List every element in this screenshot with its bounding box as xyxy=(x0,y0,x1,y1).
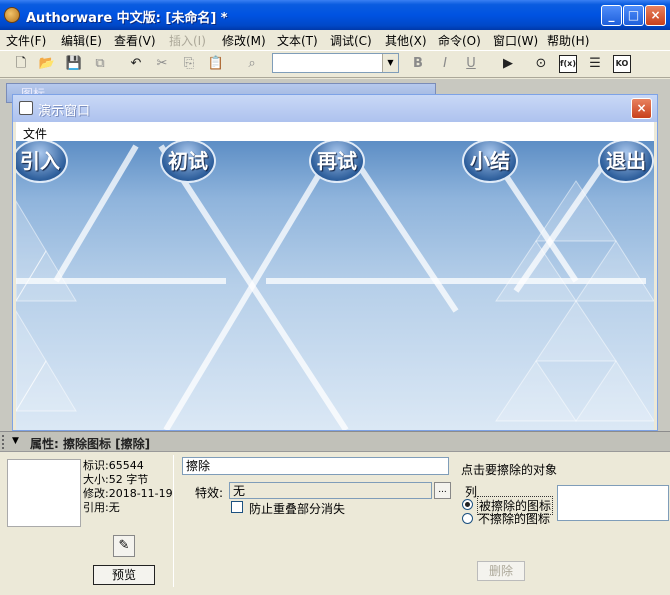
radio-not-erased-label: 不擦除的图标 xyxy=(478,512,551,526)
authorware-app-icon[interactable] xyxy=(4,7,20,23)
chevron-down-icon[interactable]: ▼ xyxy=(382,54,398,72)
icon-name-field[interactable]: 擦除 xyxy=(182,457,449,475)
icon-references: 引用:无 xyxy=(83,501,120,514)
click-object-hint: 点击要擦除的对象 xyxy=(461,463,558,477)
menu-window[interactable]: 窗口(W) xyxy=(493,32,538,49)
stage-background-pattern xyxy=(16,144,654,430)
find-icon[interactable]: ⌕ xyxy=(243,55,261,73)
delete-button[interactable]: 删除 xyxy=(477,561,525,581)
nav-button-first-try[interactable]: 初试 xyxy=(160,141,216,183)
presentation-close-button[interactable]: × xyxy=(631,98,652,119)
list-label: 列 xyxy=(465,485,478,499)
run-icon[interactable]: ▶ xyxy=(499,55,517,73)
text-style-select[interactable]: ▼ xyxy=(272,53,399,73)
menu-command[interactable]: 命令(O) xyxy=(438,32,481,49)
prevent-overlap-checkbox[interactable] xyxy=(231,501,243,513)
preview-button[interactable]: 预览 xyxy=(93,565,155,585)
menu-help[interactable]: 帮助(H) xyxy=(547,32,589,49)
copy-icon[interactable]: ⎘ xyxy=(180,55,198,73)
presentation-title-bar[interactable]: 演示窗口 xyxy=(13,95,657,122)
variables-icon[interactable]: ☰ xyxy=(586,55,604,73)
properties-title: 属性: 擦除图标 [擦除] xyxy=(30,437,151,451)
prevent-overlap-label: 防止重叠部分消失 xyxy=(249,502,346,516)
menu-other[interactable]: 其他(X) xyxy=(385,32,427,49)
authorware-app: Authorware 中文版: [未命名] * _ □ × 文件(F) 编辑(E… xyxy=(0,0,670,595)
collapse-arrow-icon[interactable]: ▼ xyxy=(12,436,19,446)
menu-bar: 文件(F) 编辑(E) 查看(V) 插入(I) 修改(M) 文本(T) 调试(C… xyxy=(0,30,670,49)
new-icon[interactable]: 🗋 xyxy=(12,55,30,73)
italic-icon[interactable]: I xyxy=(436,55,454,73)
icon-preview-thumbnail xyxy=(7,459,81,527)
presentation-window-icon xyxy=(19,101,33,115)
minimize-button[interactable]: _ xyxy=(601,5,622,26)
import-icon[interactable]: ⧉ xyxy=(91,55,109,73)
presentation-title: 演示窗口 xyxy=(38,104,91,119)
title-bar[interactable]: Authorware 中文版: [未命名] * _ □ × xyxy=(0,0,670,30)
nav-button-summary[interactable]: 小结 xyxy=(462,141,518,183)
window-title: Authorware 中文版: [未命名] * xyxy=(26,11,228,26)
presentation-menu-bar: 文件 xyxy=(16,122,654,141)
close-button[interactable]: × xyxy=(645,5,666,26)
presentation-window[interactable]: 演示窗口 × 文件 引入 初试 再试 小结 退出 xyxy=(12,94,658,431)
save-all-icon[interactable]: 💾 xyxy=(65,55,83,73)
open-icon[interactable]: 📂 xyxy=(38,55,56,73)
control-panel-icon[interactable]: ⊙ xyxy=(532,55,550,73)
erase-icon-list[interactable] xyxy=(557,485,669,521)
effect-browse-button[interactable]: ... xyxy=(434,482,451,499)
menu-file[interactable]: 文件(F) xyxy=(6,32,46,49)
menu-text[interactable]: 文本(T) xyxy=(277,32,318,49)
undo-icon[interactable]: ↶ xyxy=(127,55,145,73)
edit-icon[interactable]: ✎ xyxy=(113,535,135,557)
maximize-button[interactable]: □ xyxy=(623,5,644,26)
effect-field: 无 xyxy=(229,482,432,499)
menu-view[interactable]: 查看(V) xyxy=(114,32,156,49)
effect-label: 特效: xyxy=(195,486,224,500)
panel-divider xyxy=(173,455,174,587)
underline-icon[interactable]: U xyxy=(462,55,480,73)
menu-modify[interactable]: 修改(M) xyxy=(222,32,266,49)
panel-grip-icon[interactable] xyxy=(2,435,6,449)
menu-edit[interactable]: 编辑(E) xyxy=(61,32,102,49)
paste-icon[interactable]: 📋 xyxy=(207,55,225,73)
radio-erased-icons[interactable] xyxy=(462,499,473,510)
bold-icon[interactable]: B xyxy=(409,55,427,73)
presentation-stage[interactable]: 引入 初试 再试 小结 退出 xyxy=(16,141,654,430)
menu-debug[interactable]: 调试(C) xyxy=(330,32,372,49)
presentation-menu-file[interactable]: 文件 xyxy=(23,125,47,142)
radio-not-erased-icons[interactable] xyxy=(462,513,473,524)
properties-header[interactable]: ▼ 属性: 擦除图标 [擦除] xyxy=(0,432,670,452)
cut-icon[interactable]: ✂ xyxy=(153,55,171,73)
knowledge-objects-icon[interactable]: KO xyxy=(613,55,631,73)
nav-button-retry[interactable]: 再试 xyxy=(309,141,365,183)
nav-button-exit[interactable]: 退出 xyxy=(598,141,654,183)
functions-icon[interactable]: f(x) xyxy=(559,55,577,73)
menu-insert[interactable]: 插入(I) xyxy=(169,32,206,49)
